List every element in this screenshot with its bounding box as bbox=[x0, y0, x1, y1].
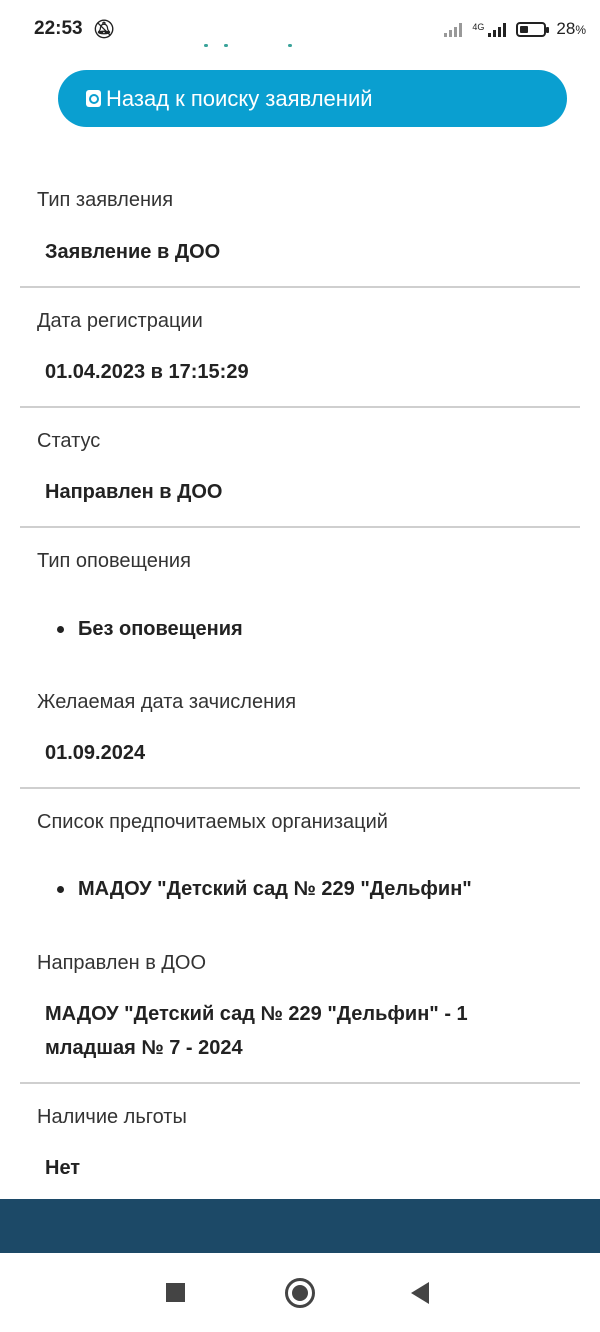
back-button[interactable] bbox=[380, 1253, 460, 1332]
divider bbox=[20, 1082, 580, 1084]
divider bbox=[20, 787, 580, 789]
field-value-application-type: Заявление в ДОО bbox=[45, 241, 221, 263]
status-bar: 22:53 🔕︎ 4G 28% bbox=[0, 0, 600, 58]
bell-off-icon: 🔕︎ bbox=[92, 18, 116, 39]
network-type: 4G bbox=[472, 22, 485, 32]
field-label-application-type: Тип заявления bbox=[37, 189, 174, 211]
field-label-desired-enrollment-date: Желаемая дата зачисления bbox=[37, 691, 297, 713]
home-button[interactable] bbox=[260, 1253, 340, 1332]
bullet-dot bbox=[57, 886, 64, 893]
back-to-search-button[interactable]: Назад к поиску заявлений bbox=[58, 70, 567, 127]
field-value-benefit: Нет bbox=[45, 1157, 81, 1179]
field-value-assigned-doo: МАДОУ "Детский сад № 229 "Дельфин" - 1 м… bbox=[45, 1003, 468, 1059]
field-label-benefit: Наличие льготы bbox=[37, 1106, 187, 1128]
divider bbox=[20, 526, 580, 528]
list-item-text: МАДОУ "Детский сад № 229 "Дельфин" bbox=[78, 878, 472, 900]
field-value-registration-date: 01.04.2023 в 17:15:29 bbox=[45, 361, 249, 383]
status-right: 4G 28% bbox=[444, 19, 586, 39]
status-left: 22:53 🔕︎ bbox=[34, 18, 115, 40]
circle-home-icon bbox=[285, 1277, 315, 1308]
battery-icon bbox=[516, 21, 550, 37]
field-value-status: Направлен в ДОО bbox=[45, 481, 223, 503]
triangle-back-icon bbox=[411, 1281, 429, 1304]
square-recents-icon bbox=[165, 1283, 185, 1302]
field-value-desired-enrollment-date: 01.09.2024 bbox=[45, 742, 146, 764]
clock: 22:53 bbox=[34, 18, 83, 39]
divider bbox=[20, 286, 580, 288]
back-to-search-label: Назад к поиску заявлений bbox=[106, 85, 373, 111]
search-document-icon bbox=[86, 90, 101, 107]
list-item-text: Без оповещения bbox=[78, 618, 243, 640]
battery-level: 28% bbox=[556, 19, 586, 38]
scrolled-content-edge bbox=[200, 44, 300, 47]
field-label-registration-date: Дата регистрации bbox=[37, 310, 203, 332]
list-item-organization: МАДОУ "Детский сад № 229 "Дельфин" bbox=[57, 878, 472, 901]
field-label-assigned-doo: Направлен в ДОО bbox=[37, 952, 207, 974]
field-label-preferred-organizations: Список предпочитаемых организаций bbox=[37, 811, 388, 833]
system-navigation-bar bbox=[0, 1253, 600, 1332]
signal-sim1-icon bbox=[444, 21, 463, 37]
divider bbox=[20, 406, 580, 408]
recents-button[interactable] bbox=[135, 1253, 215, 1332]
field-label-status: Статус bbox=[37, 430, 101, 452]
field-label-notification-type: Тип оповещения bbox=[37, 550, 191, 572]
bullet-dot bbox=[57, 626, 64, 633]
page-footer bbox=[0, 1199, 600, 1253]
signal-sim2-icon bbox=[488, 21, 507, 37]
list-item-notification: Без оповещения bbox=[57, 618, 243, 641]
